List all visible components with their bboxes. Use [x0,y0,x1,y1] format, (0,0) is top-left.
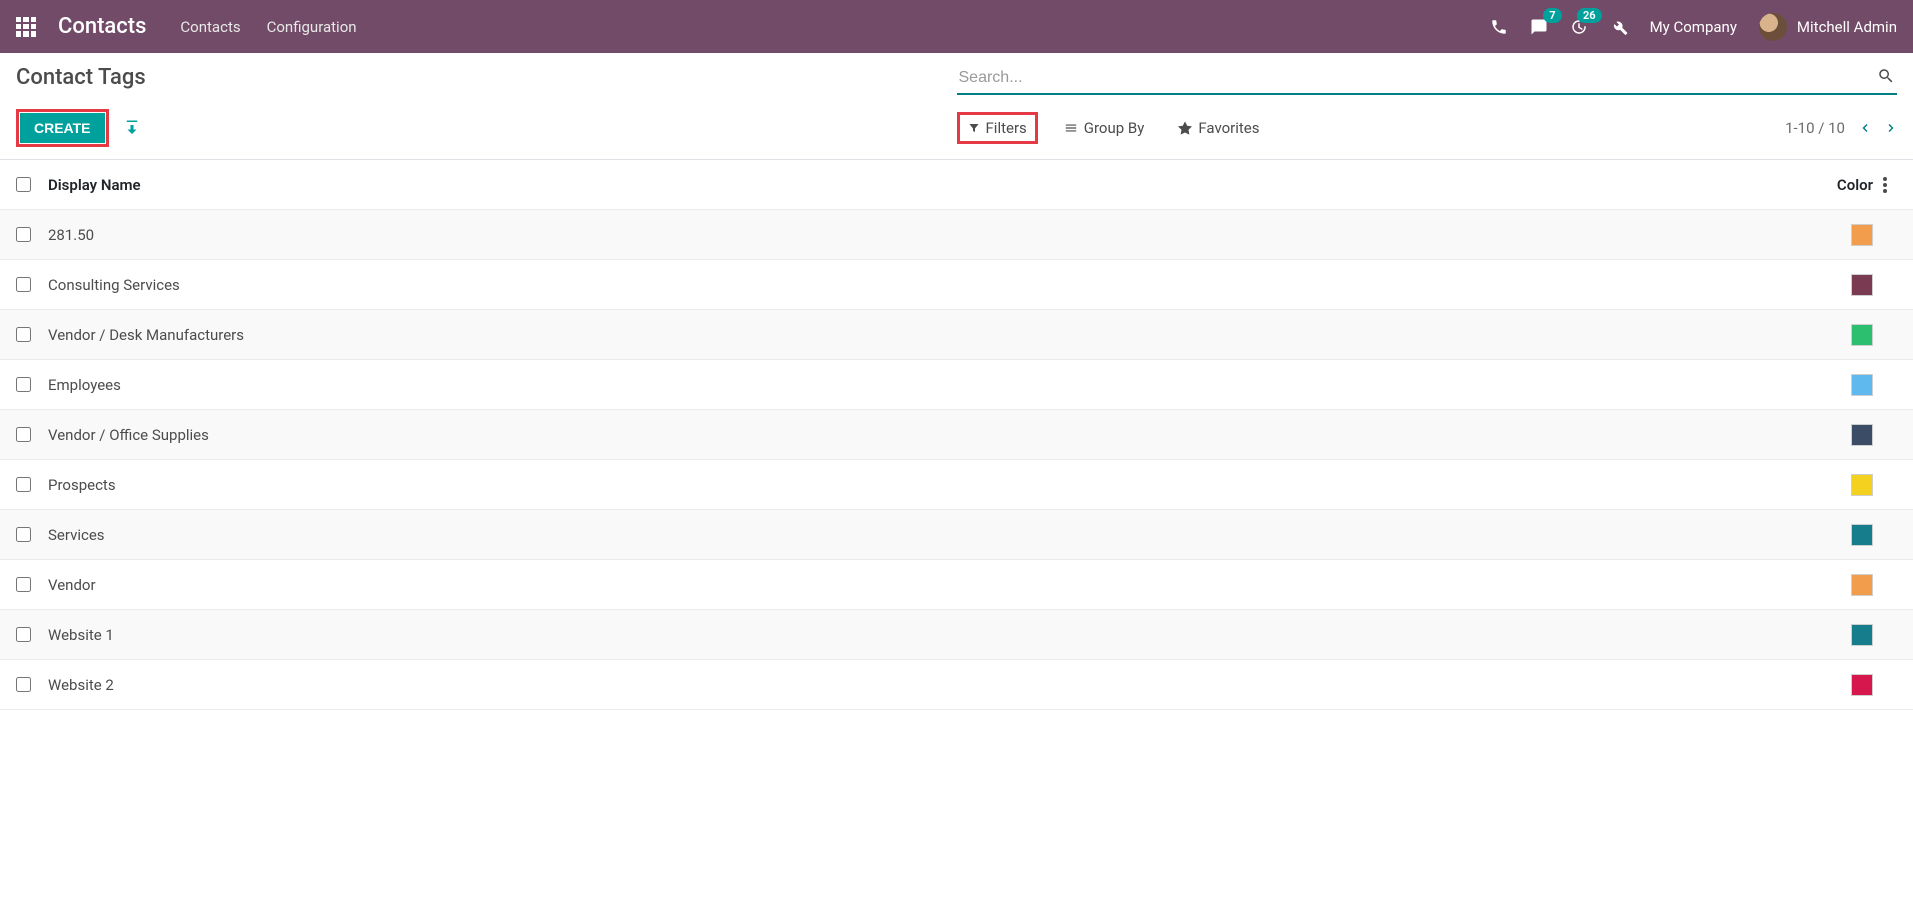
color-swatch[interactable] [1851,324,1873,346]
row-checkbox[interactable] [16,627,31,642]
row-name[interactable]: Services [48,526,1813,544]
search-icon[interactable] [1877,67,1895,85]
apps-menu-icon[interactable] [16,17,36,37]
company-selector[interactable]: My Company [1650,18,1737,36]
control-panel: Contact Tags CREATE Filters Group By [0,53,1913,160]
table-row[interactable]: Website 1 [0,610,1913,660]
filters-highlight: Filters [957,112,1038,144]
search-options: Filters Group By Favorites 1-10 / 10 [957,112,1898,144]
search-container [957,65,1898,95]
table-row[interactable]: Vendor / Office Supplies [0,410,1913,460]
nav-left: Contacts Contacts Configuration [16,12,361,42]
star-icon [1178,121,1192,135]
list-icon [1064,121,1078,135]
list-header: Display Name Color [0,160,1913,210]
table-row[interactable]: Vendor / Desk Manufacturers [0,310,1913,360]
chevron-right-icon [1885,121,1897,135]
pager-next[interactable] [1885,121,1897,135]
create-highlight: CREATE [16,109,109,147]
optional-columns-icon[interactable] [1873,177,1897,193]
table-row[interactable]: Employees [0,360,1913,410]
filters-label: Filters [986,119,1027,137]
page-title: Contact Tags [16,65,146,90]
messages-badge: 7 [1543,8,1561,23]
search-input[interactable] [957,65,1898,95]
nav-link-configuration[interactable]: Configuration [263,12,361,42]
chevron-left-icon [1859,121,1871,135]
row-checkbox[interactable] [16,677,31,692]
table-row[interactable]: Website 2 [0,660,1913,710]
activities-icon[interactable]: 26 [1570,18,1588,36]
color-swatch[interactable] [1851,474,1873,496]
pager: 1-10 / 10 [1785,119,1897,137]
table-row[interactable]: Services [0,510,1913,560]
favorites-label: Favorites [1198,119,1259,137]
nav-link-contacts[interactable]: Contacts [176,12,244,42]
table-row[interactable]: Vendor [0,560,1913,610]
row-checkbox[interactable] [16,427,31,442]
list-view: Display Name Color 281.50 Consulting Serv… [0,160,1913,710]
color-swatch[interactable] [1851,224,1873,246]
row-name[interactable]: Vendor / Desk Manufacturers [48,326,1813,344]
avatar [1759,13,1787,41]
create-button[interactable]: CREATE [20,113,105,143]
row-name[interactable]: Vendor [48,576,1813,594]
color-swatch[interactable] [1851,624,1873,646]
row-checkbox[interactable] [16,227,31,242]
row-name[interactable]: Website 2 [48,676,1813,694]
table-row[interactable]: Consulting Services [0,260,1913,310]
color-swatch[interactable] [1851,374,1873,396]
color-swatch[interactable] [1851,424,1873,446]
row-checkbox[interactable] [16,527,31,542]
row-name[interactable]: Website 1 [48,626,1813,644]
row-name[interactable]: 281.50 [48,226,1813,244]
app-brand[interactable]: Contacts [58,14,146,39]
row-name[interactable]: Prospects [48,476,1813,494]
row-name[interactable]: Vendor / Office Supplies [48,426,1813,444]
table-row[interactable]: Prospects [0,460,1913,510]
row-checkbox[interactable] [16,477,31,492]
color-swatch[interactable] [1851,674,1873,696]
pager-prev[interactable] [1859,121,1871,135]
col-header-color[interactable]: Color [1813,176,1873,194]
row-name[interactable]: Consulting Services [48,276,1813,294]
select-all-checkbox[interactable] [16,177,31,192]
row-checkbox[interactable] [16,327,31,342]
activities-badge: 26 [1577,8,1602,23]
row-checkbox[interactable] [16,377,31,392]
row-checkbox[interactable] [16,577,31,592]
color-swatch[interactable] [1851,574,1873,596]
color-swatch[interactable] [1851,274,1873,296]
color-swatch[interactable] [1851,524,1873,546]
pager-range: 1-10 / 10 [1785,119,1845,137]
filters-button[interactable]: Filters [964,117,1031,139]
table-row[interactable]: 281.50 [0,210,1913,260]
filter-icon [968,122,980,134]
row-checkbox[interactable] [16,277,31,292]
phone-icon[interactable] [1490,18,1508,36]
user-menu[interactable]: Mitchell Admin [1759,13,1897,41]
kebab-icon [1883,177,1887,193]
nav-right: 7 26 My Company Mitchell Admin [1490,13,1897,41]
export-icon[interactable] [123,119,141,137]
tools-icon[interactable] [1610,18,1628,36]
group-by-button[interactable]: Group By [1056,115,1153,141]
row-name[interactable]: Employees [48,376,1813,394]
col-header-name[interactable]: Display Name [48,176,1813,194]
group-by-label: Group By [1084,119,1145,137]
favorites-button[interactable]: Favorites [1170,115,1267,141]
user-name: Mitchell Admin [1797,18,1897,36]
main-navbar: Contacts Contacts Configuration 7 26 My … [0,0,1913,53]
messages-icon[interactable]: 7 [1530,18,1548,36]
